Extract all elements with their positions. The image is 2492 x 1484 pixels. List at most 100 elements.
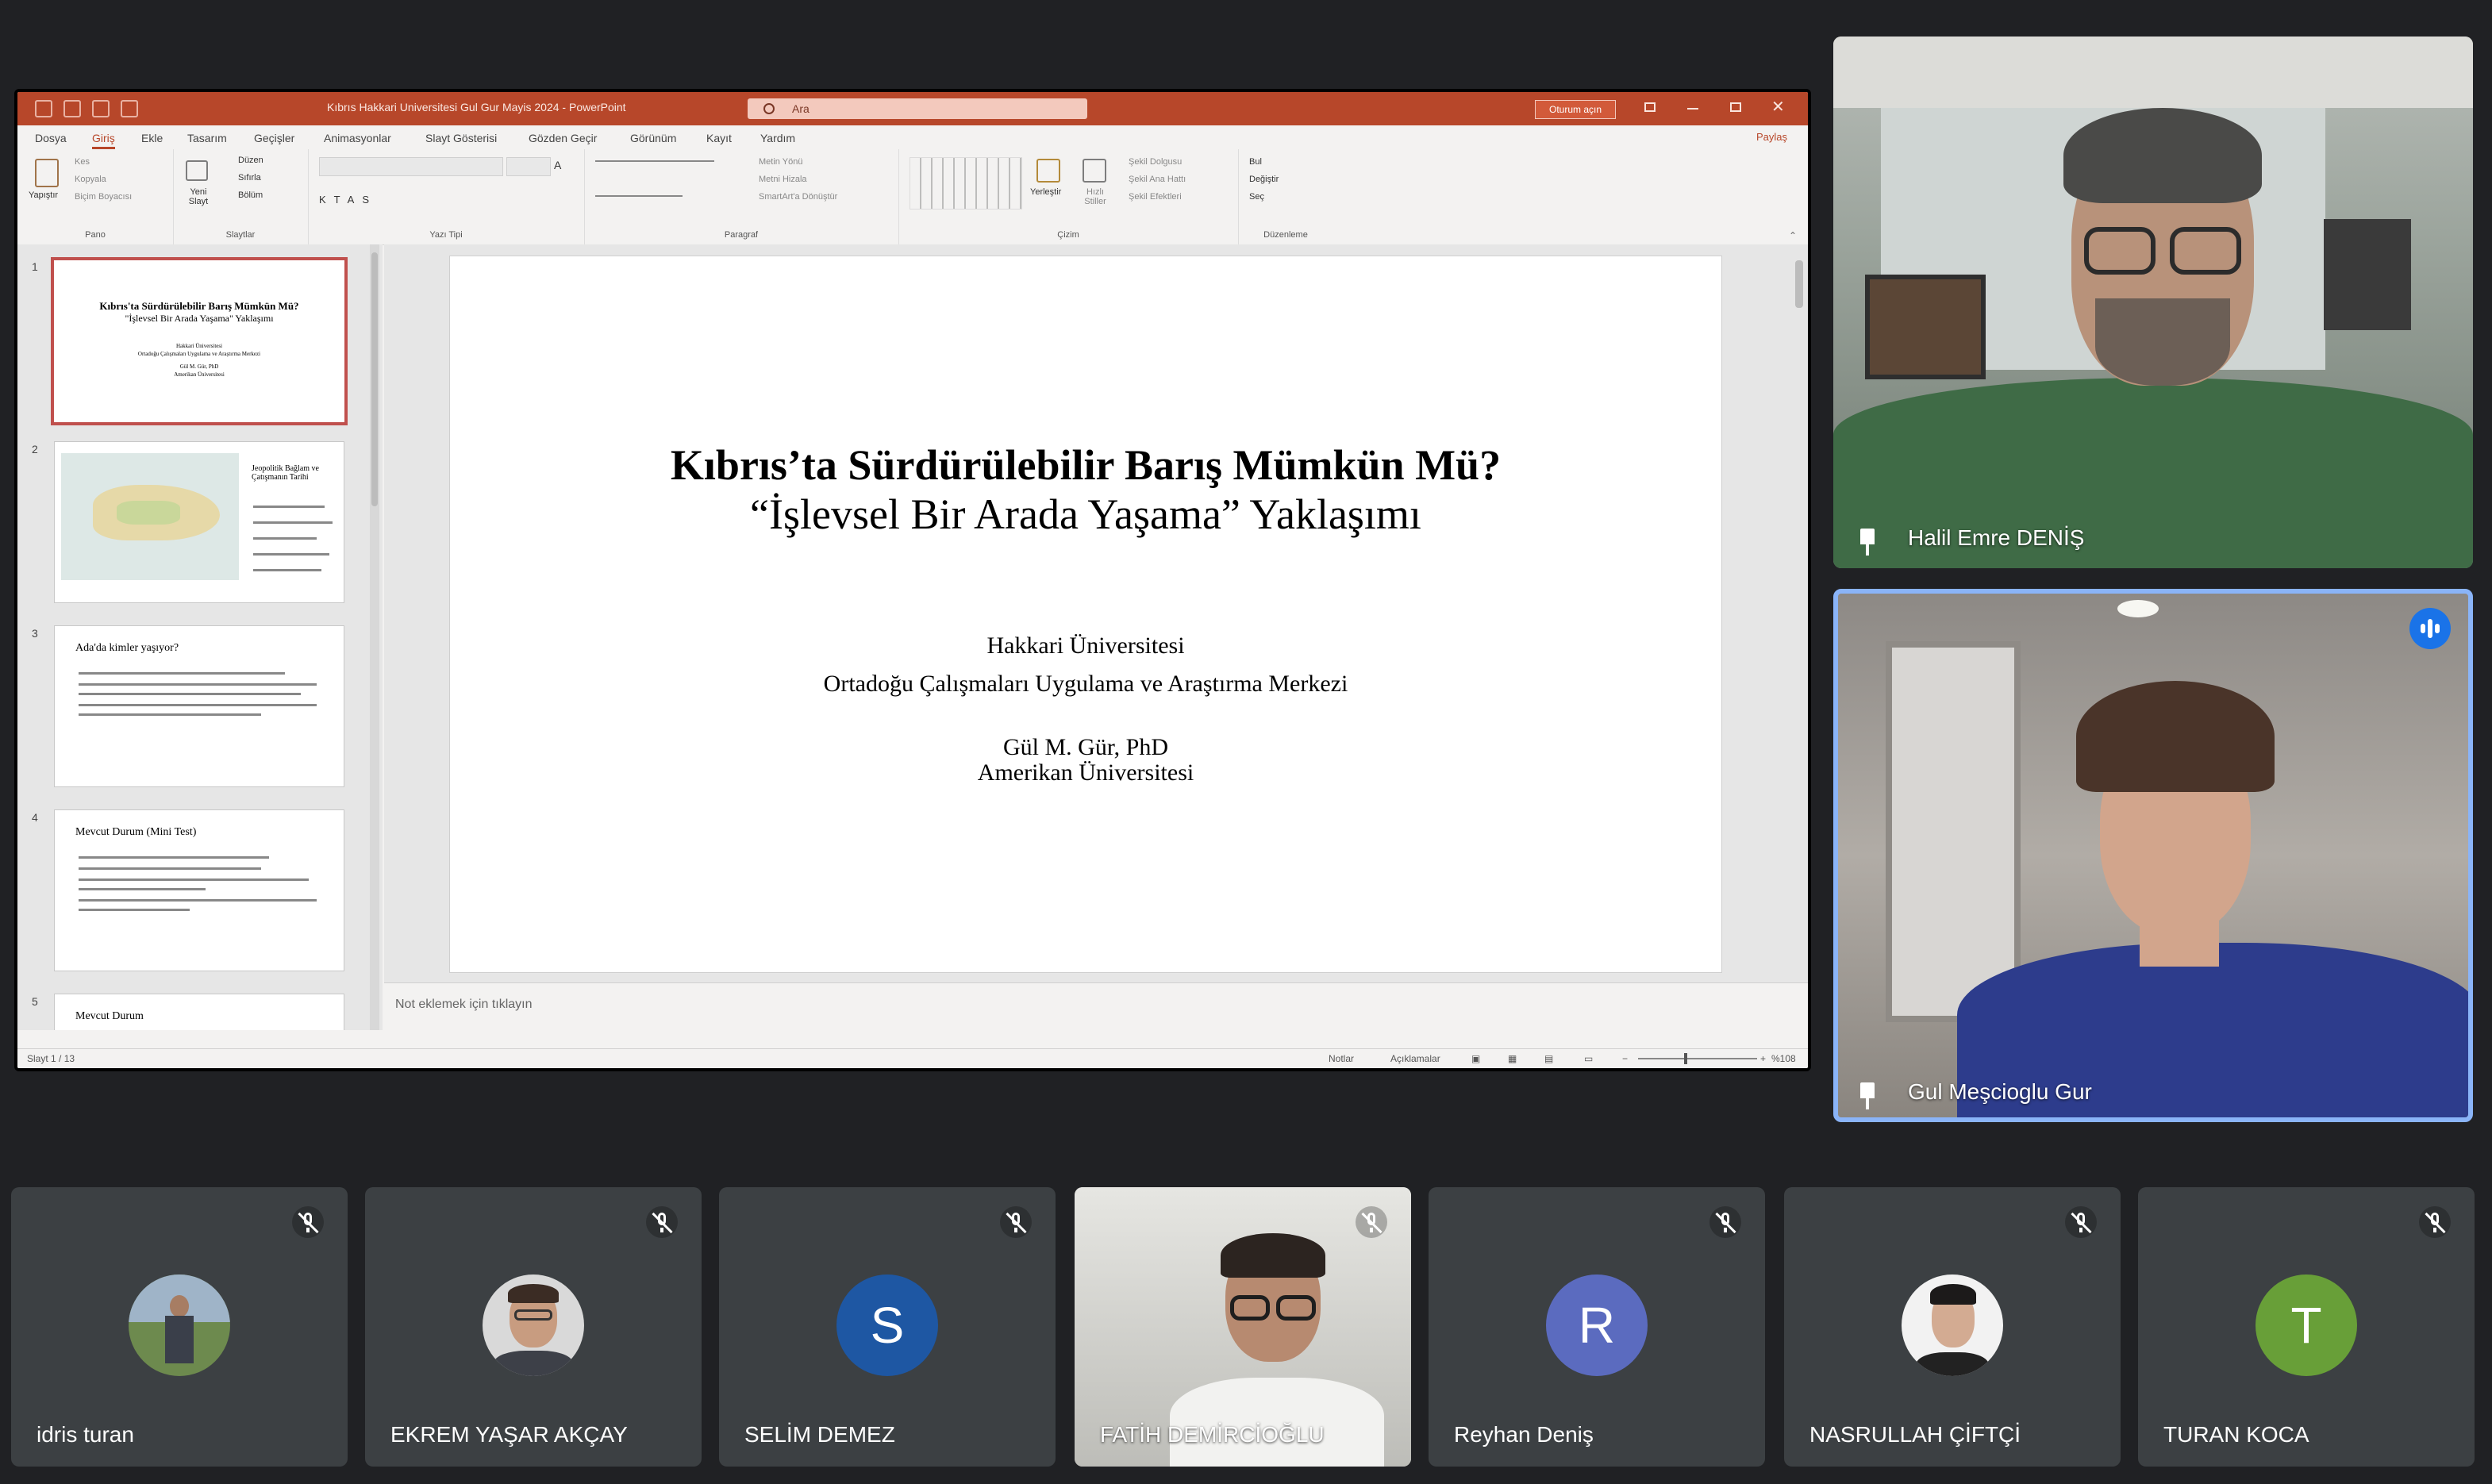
new-slide-button[interactable]: Yeni Slayt xyxy=(181,187,216,206)
slide-thumbnail-5[interactable]: Mevcut Durum xyxy=(54,994,344,1030)
close-icon[interactable]: ✕ xyxy=(1771,97,1785,117)
tab-giris[interactable]: Giriş xyxy=(92,132,115,149)
participant-tile[interactable]: NASRULLAH ÇİFTÇİ xyxy=(1784,1187,2121,1467)
zoom-slider[interactable] xyxy=(1638,1058,1757,1059)
bold-italic-underline-icons[interactable]: KTAS xyxy=(319,194,377,206)
slide-thumbnail-3[interactable]: Ada'da kimler yaşıyor? xyxy=(54,625,344,787)
slide-title[interactable]: Kıbrıs’ta Sürdürülebilir Barış Mümkün Mü… xyxy=(450,440,1721,490)
participant-tile[interactable]: T TURAN KOCA xyxy=(2138,1187,2475,1467)
slide-institution[interactable]: Hakkari Üniversitesi xyxy=(450,632,1721,659)
minimize-icon[interactable] xyxy=(1687,108,1698,110)
grow-font-icon[interactable]: A xyxy=(554,159,561,171)
slide-thumbnail-1[interactable]: Kıbrıs'ta Sürdürülebilir Barış Mümkün Mü… xyxy=(51,257,348,425)
ribbon-display-icon[interactable] xyxy=(1644,102,1656,112)
slideshow-icon[interactable]: ▭ xyxy=(1584,1053,1593,1064)
participant-name: Reyhan Deniş xyxy=(1454,1422,1594,1447)
pinned-video-tile-speaking[interactable]: Gul Meşcioglu Gur xyxy=(1833,589,2473,1122)
participant-tile[interactable]: S SELİM DEMEZ xyxy=(719,1187,1056,1467)
tab-slayt-gosterisi[interactable]: Slayt Gösterisi xyxy=(425,132,497,144)
font-size-dropdown[interactable] xyxy=(506,157,551,176)
participant-tile[interactable]: idris turan xyxy=(11,1187,348,1467)
tab-gozden-gecir[interactable]: Gözden Geçir xyxy=(529,132,597,144)
format-painter-button[interactable]: Biçim Boyacısı xyxy=(75,192,132,202)
presentation-window: Kıbrıs Hakkari Universitesi Gul Gur Mayi… xyxy=(14,89,1811,1071)
alignment-icons[interactable] xyxy=(595,195,683,197)
slide-sorter-icon[interactable]: ▦ xyxy=(1508,1053,1517,1064)
tab-dosya[interactable]: Dosya xyxy=(35,132,67,144)
replace-button[interactable]: Değiştir xyxy=(1249,175,1279,184)
arrange-icon[interactable] xyxy=(1036,159,1060,183)
paste-icon[interactable] xyxy=(35,159,59,187)
search-box[interactable]: Ara xyxy=(748,98,1087,119)
collapse-ribbon-icon[interactable]: ⌃ xyxy=(1789,230,1797,241)
slide-thumbnail-2[interactable]: Jeopolitik Bağlam ve Çatışmanın Tarihi xyxy=(54,441,344,603)
smartart-button[interactable]: SmartArt'a Dönüştür xyxy=(759,192,837,202)
slide-affiliation[interactable]: Amerikan Üniversitesi xyxy=(450,759,1721,786)
cut-button[interactable]: Kes xyxy=(75,157,90,167)
slide-counter: Slayt 1 / 13 xyxy=(27,1053,75,1064)
quick-styles-button[interactable]: Hızlı Stiller xyxy=(1079,187,1111,206)
save-icon[interactable] xyxy=(35,100,52,117)
tab-ekle[interactable]: Ekle xyxy=(141,132,163,144)
tab-yardim[interactable]: Yardım xyxy=(760,132,795,144)
present-icon[interactable] xyxy=(121,100,138,117)
select-button[interactable]: Seç xyxy=(1249,192,1264,202)
tab-tasarim[interactable]: Tasarım xyxy=(187,132,227,144)
tab-kayit[interactable]: Kayıt xyxy=(706,132,732,144)
avatar xyxy=(129,1274,230,1376)
zoom-in-icon[interactable]: + xyxy=(1760,1053,1766,1064)
new-slide-icon[interactable] xyxy=(186,160,208,181)
slide-thumbnail-4[interactable]: Mevcut Durum (Mini Test) xyxy=(54,809,344,971)
shapes-gallery[interactable] xyxy=(910,157,1022,210)
group-pano: Yapıştır Kes Kopyala Biçim Boyacısı Pano xyxy=(17,149,174,244)
group-label-yazi-tipi: Yazı Tipi xyxy=(429,230,463,240)
quick-styles-icon[interactable] xyxy=(1083,159,1106,183)
thumbnails-scrollbar[interactable] xyxy=(370,244,379,1030)
participant-tile[interactable]: EKREM YAŞAR AKÇAY xyxy=(365,1187,702,1467)
undo-icon[interactable] xyxy=(63,100,81,117)
participant-tile-video[interactable]: FATİH DEMİRCİOĞLU xyxy=(1075,1187,1411,1467)
pinned-video-tile[interactable]: Halil Emre DENİŞ xyxy=(1833,37,2473,568)
restore-icon[interactable] xyxy=(1730,102,1741,112)
thumb-number: 5 xyxy=(32,995,38,1008)
pin-icon[interactable] xyxy=(1857,1082,1878,1109)
slide-center[interactable]: Ortadoğu Çalışmaları Uygulama ve Araştır… xyxy=(450,671,1721,698)
zoom-out-icon[interactable]: − xyxy=(1622,1053,1628,1064)
thumb-title: Mevcut Durum xyxy=(75,1010,144,1022)
sign-in-button[interactable]: Oturum açın xyxy=(1535,100,1616,119)
current-slide[interactable]: Kıbrıs’ta Sürdürülebilir Barış Mümkün Mü… xyxy=(449,256,1722,973)
thumb-title: Kıbrıs'ta Sürdürülebilir Barış Mümkün Mü… xyxy=(99,300,299,312)
list-icons[interactable] xyxy=(595,160,714,162)
normal-view-icon[interactable]: ▣ xyxy=(1471,1053,1480,1064)
align-text-button[interactable]: Metni Hizala xyxy=(759,175,807,184)
section-button[interactable]: Bölüm xyxy=(238,190,263,200)
reading-view-icon[interactable]: ▤ xyxy=(1544,1053,1553,1064)
thumb-line3: Gül M. Gür, PhD xyxy=(179,363,219,370)
tab-gecisler[interactable]: Geçişler xyxy=(254,132,294,144)
reset-button[interactable]: Sıfırla xyxy=(238,173,261,183)
copy-button[interactable]: Kopyala xyxy=(75,175,106,184)
slide-author[interactable]: Gül M. Gür, PhD xyxy=(450,734,1721,761)
find-button[interactable]: Bul xyxy=(1249,157,1262,167)
text-direction-button[interactable]: Metin Yönü xyxy=(759,157,802,167)
notes-pane[interactable]: Not eklemek için tıklayın xyxy=(384,982,1808,1031)
slide-subtitle[interactable]: “İşlevsel Bir Arada Yaşama” Yaklaşımı xyxy=(450,490,1721,539)
arrange-button[interactable]: Yerleştir xyxy=(1030,187,1061,197)
notes-button[interactable]: Notlar xyxy=(1329,1053,1354,1064)
participant-tile[interactable]: R Reyhan Deniş xyxy=(1429,1187,1765,1467)
redo-icon[interactable] xyxy=(92,100,110,117)
shape-outline-button[interactable]: Şekil Ana Hattı xyxy=(1129,175,1186,184)
slide-scrollbar[interactable] xyxy=(1792,244,1806,982)
share-button[interactable]: Paylaş xyxy=(1756,131,1787,143)
tab-animasyonlar[interactable]: Animasyonlar xyxy=(324,132,391,144)
zoom-slider-knob[interactable] xyxy=(1684,1053,1687,1064)
shape-fill-button[interactable]: Şekil Dolgusu xyxy=(1129,157,1182,167)
font-name-dropdown[interactable] xyxy=(319,157,503,176)
pin-icon[interactable] xyxy=(1857,529,1878,556)
zoom-level[interactable]: %108 xyxy=(1771,1053,1796,1064)
layout-button[interactable]: Düzen xyxy=(238,156,263,165)
comments-button[interactable]: Açıklamalar xyxy=(1390,1053,1440,1064)
tab-gorunum[interactable]: Görünüm xyxy=(630,132,676,144)
shape-effects-button[interactable]: Şekil Efektleri xyxy=(1129,192,1182,202)
paste-label[interactable]: Yapıştır xyxy=(29,190,58,200)
